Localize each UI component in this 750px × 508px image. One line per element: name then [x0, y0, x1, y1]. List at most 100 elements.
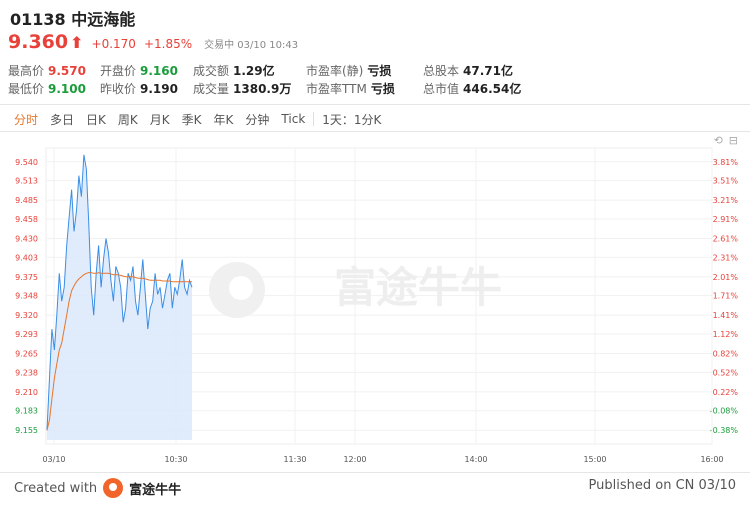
stock-title: 01138 中远海能 — [10, 10, 136, 29]
y-tick-right: 1.71% — [713, 292, 739, 301]
y-tick-right: 0.52% — [713, 368, 739, 377]
stat-label: 成交额 — [193, 64, 230, 78]
footer-left: Created with 富途牛牛 — [14, 478, 181, 498]
x-tick: 14:00 — [464, 455, 487, 464]
y-tick-right: 3.21% — [713, 196, 739, 205]
x-tick: 15:00 — [583, 455, 606, 464]
stat-item: 成交额 1.29亿 — [193, 62, 275, 79]
y-tick-left: 9.210 — [15, 388, 38, 397]
y-tick-right: 3.81% — [713, 158, 739, 167]
tab-3[interactable]: 周K — [112, 111, 144, 128]
y-tick-left: 9.513 — [15, 177, 38, 186]
tab-5[interactable]: 季K — [176, 111, 208, 128]
y-tick-left: 9.320 — [15, 311, 38, 320]
footer: Created with 富途牛牛 Published on CN 03/10 — [14, 478, 736, 500]
stat-label: 开盘价 — [100, 64, 137, 78]
y-tick-left: 9.183 — [15, 407, 38, 416]
tab-7[interactable]: 分钟 — [239, 111, 275, 128]
stat-item: 昨收价 9.190 — [100, 80, 178, 97]
y-tick-left: 9.265 — [15, 350, 38, 359]
stat-value: 1380.9万 — [233, 82, 292, 96]
futu-brand: 富途牛牛 — [129, 482, 182, 498]
stat-label: 最低价 — [8, 82, 45, 96]
price-change-pct: +1.85% — [143, 37, 193, 51]
current-price: 9.360 — [8, 31, 69, 53]
divider — [0, 131, 750, 132]
x-tick: 03/10 — [42, 455, 65, 464]
price-change: +0.170 — [91, 37, 136, 51]
stat-item: 最高价 9.570 — [8, 62, 86, 79]
stat-item: 市盈率(静) 亏损 — [306, 62, 391, 79]
y-tick-left: 9.348 — [15, 292, 38, 301]
tab-9[interactable]: 1天：1分K — [316, 111, 387, 128]
price-row: 9.360 ⬆ +0.170 +1.85% 交易中 03/10 10:43 — [8, 31, 298, 53]
stat-item: 最低价 9.100 — [8, 80, 86, 97]
tab-2[interactable]: 日K — [80, 111, 112, 128]
stat-value: 9.160 — [140, 64, 178, 78]
stat-item: 成交量 1380.9万 — [193, 80, 291, 97]
y-tick-left: 9.403 — [15, 253, 38, 262]
stat-label: 最高价 — [8, 64, 45, 78]
y-tick-left: 9.540 — [15, 158, 38, 167]
x-tick: 11:30 — [283, 455, 306, 464]
x-tick: 12:00 — [343, 455, 366, 464]
tab-6[interactable]: 年K — [208, 111, 240, 128]
x-tick: 16:00 — [700, 455, 723, 464]
stat-value: 1.29亿 — [233, 64, 275, 78]
stat-value: 9.100 — [48, 82, 86, 96]
y-tick-right: -0.08% — [710, 407, 739, 416]
stat-value: 9.570 — [48, 64, 86, 78]
price-area — [47, 154, 192, 441]
up-arrow-icon: ⬆ — [70, 33, 84, 52]
divider — [0, 472, 750, 473]
trading-status: 交易中 03/10 10:43 — [204, 40, 299, 51]
stat-item: 总股本 47.71亿 — [423, 62, 513, 79]
tab-8[interactable]: Tick — [275, 112, 311, 126]
stat-label: 市盈率(静) — [306, 64, 364, 78]
y-tick-left: 9.293 — [15, 330, 38, 339]
y-tick-left: 9.155 — [15, 426, 38, 435]
stat-item: 开盘价 9.160 — [100, 62, 178, 79]
y-tick-left: 9.458 — [15, 215, 38, 224]
y-tick-right: 2.91% — [713, 215, 739, 224]
y-tick-right: 2.31% — [713, 253, 739, 262]
y-tick-right: 0.82% — [713, 350, 739, 359]
tab-0[interactable]: 分时 — [8, 111, 44, 128]
stat-value: 亏损 — [367, 64, 392, 78]
divider — [0, 104, 750, 105]
stat-value: 亏损 — [370, 82, 395, 96]
stat-label: 总市值 — [423, 82, 460, 96]
published-text: Published on CN 03/10 — [588, 478, 736, 493]
y-tick-right: 1.41% — [713, 311, 739, 320]
y-tick-right: 1.12% — [713, 330, 739, 339]
created-with-text: Created with — [14, 480, 98, 496]
y-tick-left: 9.238 — [15, 368, 38, 377]
chart-tabs: 分时 多日 日K 周K 月K 季K 年K 分钟 Tick 1天：1分K — [0, 108, 387, 130]
watermark-text: 富途牛牛 — [334, 263, 502, 312]
y-tick-right: 0.22% — [713, 388, 739, 397]
chart-area: 9.540 3.81% 9.513 3.51% 9.485 3.21% 9.458 2.91%… — [0, 140, 750, 470]
intraday-chart[interactable]: 9.540 3.81% 9.513 3.51% 9.485 3.21% 9.458 2.91%… — [0, 140, 750, 470]
stat-item: 市盈率TTM 亏损 — [306, 80, 395, 97]
y-tick-right: 2.01% — [713, 273, 739, 282]
stat-label: 昨收价 — [100, 82, 137, 96]
y-tick-right: 3.51% — [713, 177, 739, 186]
y-tick-left: 9.375 — [15, 273, 38, 282]
stat-label: 成交量 — [193, 82, 230, 96]
stat-value: 446.54亿 — [463, 82, 522, 96]
stat-item: 总市值 446.54亿 — [423, 80, 521, 97]
watermark-logo-hole — [229, 276, 253, 300]
stat-label: 市盈率TTM — [306, 82, 367, 96]
stock-header: 01138 中远海能 — [10, 6, 135, 30]
y-tick-left: 9.430 — [15, 234, 38, 243]
tab-separator — [313, 112, 315, 126]
futu-logo-icon — [103, 478, 124, 498]
tab-1[interactable]: 多日 — [44, 111, 80, 128]
stat-label: 总股本 — [423, 64, 460, 78]
y-tick-right: 2.61% — [713, 234, 739, 243]
tab-4[interactable]: 月K — [144, 111, 176, 128]
stat-value: 47.71亿 — [463, 64, 513, 78]
y-tick-left: 9.485 — [15, 196, 38, 205]
x-tick: 10:30 — [164, 455, 187, 464]
y-tick-right: -0.38% — [710, 426, 739, 435]
